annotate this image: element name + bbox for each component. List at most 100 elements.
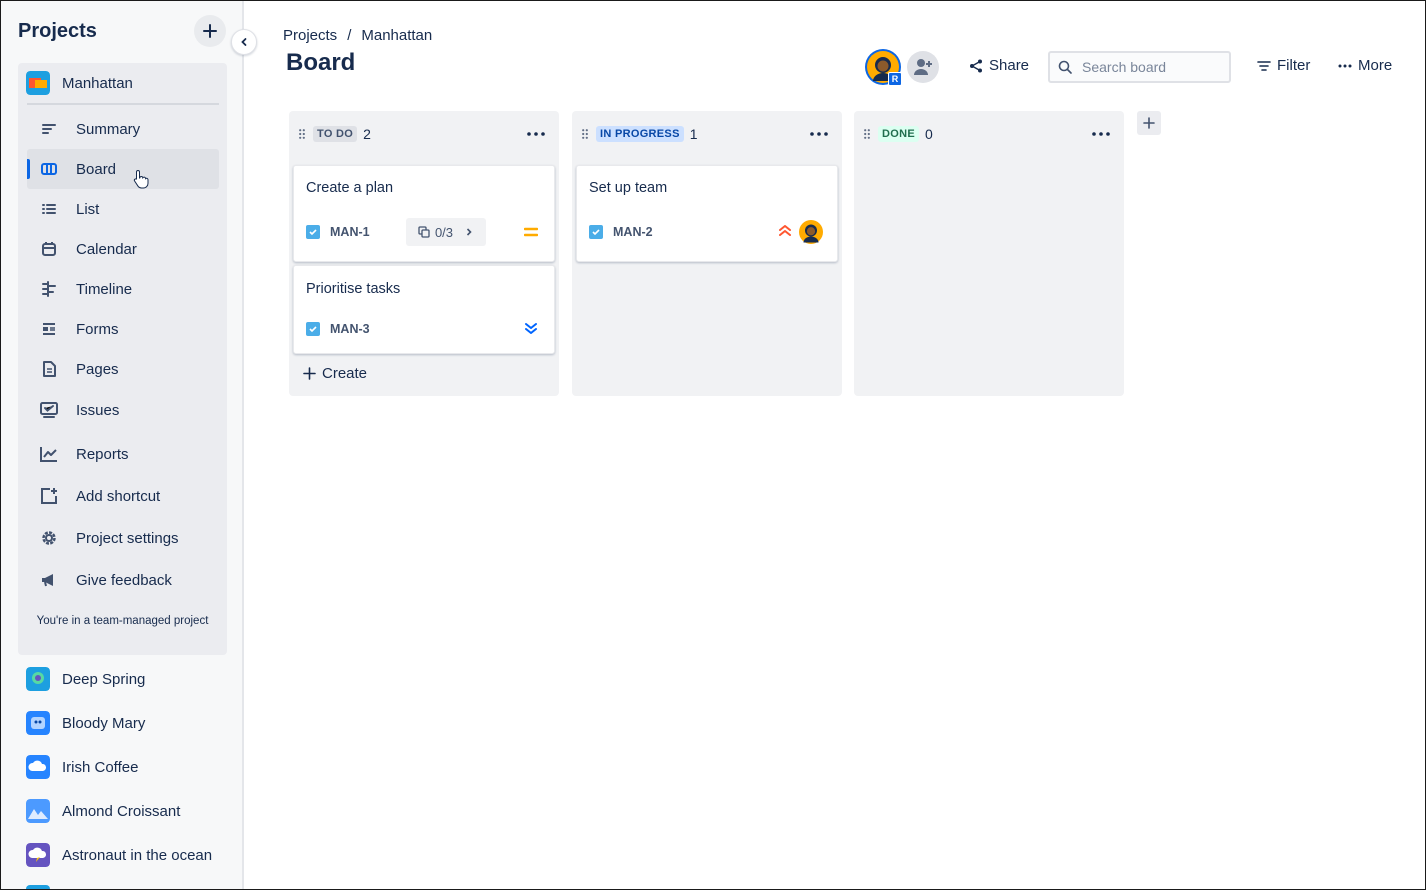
column-header[interactable]: DONE 0	[854, 111, 1124, 157]
sidebar-item-project-settings[interactable]: Project settings	[27, 518, 219, 558]
assignee-avatar[interactable]	[799, 220, 823, 244]
page-title: Board	[286, 49, 356, 76]
project-icon-partial	[26, 885, 50, 889]
sidebar-item-forms[interactable]: Forms	[27, 309, 219, 349]
divider	[27, 103, 219, 105]
issue-card-man-3[interactable]: Prioritise tasks MAN-3	[293, 265, 555, 354]
list-icon	[39, 199, 59, 219]
issue-key[interactable]: MAN-2	[613, 225, 653, 239]
drag-handle-icon[interactable]	[299, 129, 305, 139]
plus-icon	[1143, 117, 1155, 129]
issue-card-man-2[interactable]: Set up team MAN-2	[576, 165, 838, 262]
task-type-icon	[306, 225, 320, 239]
project-name: Deep Spring	[62, 670, 146, 688]
filter-button[interactable]: Filter	[1257, 57, 1310, 74]
sidebar-item-issues[interactable]: Issues	[27, 390, 219, 430]
sidebar-item-summary[interactable]: Summary	[27, 109, 219, 149]
card-key: MAN-3	[306, 322, 370, 336]
sidebar-item-label: Forms	[76, 320, 119, 338]
chevron-left-icon	[241, 38, 247, 46]
irish-coffee-project-icon	[26, 755, 50, 779]
add-shortcut-icon	[39, 486, 59, 506]
column-status-lozenge: TO DO	[313, 126, 358, 142]
avatar[interactable]: R	[865, 49, 902, 86]
more-icon	[527, 132, 545, 136]
add-column-button[interactable]	[1137, 111, 1161, 135]
megaphone-icon	[39, 570, 59, 590]
current-project-name: Manhattan	[62, 74, 133, 92]
add-user-icon	[914, 59, 932, 75]
subtask-toggle[interactable]: 0/3	[406, 218, 486, 246]
sidebar-item-timeline[interactable]: Timeline	[27, 269, 219, 309]
search-input[interactable]	[1082, 59, 1222, 75]
share-button[interactable]: Share	[969, 57, 1029, 74]
sidebar-title: Projects	[18, 20, 97, 42]
more-icon	[810, 132, 828, 136]
board-column-done: DONE 0	[854, 111, 1124, 396]
gear-icon	[39, 528, 59, 548]
issue-card-man-1[interactable]: Create a plan MAN-1 0/3	[293, 165, 555, 262]
sidebar-item-give-feedback[interactable]: Give feedback	[27, 560, 219, 600]
sidebar-item-label: Calendar	[76, 240, 137, 258]
add-project-button[interactable]	[194, 15, 226, 47]
sidebar-item-pages[interactable]: Pages	[27, 349, 219, 389]
sidebar-item-list[interactable]: List	[27, 189, 219, 229]
current-project-header[interactable]: Manhattan	[18, 63, 227, 103]
plus-icon	[203, 24, 217, 38]
project-name: Astronaut in the ocean	[62, 846, 213, 864]
sidebar-project-astronaut-in-the-ocean[interactable]: Astronaut in the ocean	[18, 835, 238, 875]
astronaut-project-icon	[26, 843, 50, 867]
column-menu-button[interactable]	[808, 125, 830, 143]
issue-key[interactable]: MAN-3	[330, 322, 370, 336]
more-icon	[1092, 132, 1110, 136]
drag-handle-icon[interactable]	[582, 129, 588, 139]
subtask-icon	[418, 226, 430, 238]
issue-key[interactable]: MAN-1	[330, 225, 370, 239]
issues-icon	[39, 400, 59, 420]
card-title: Set up team	[589, 180, 668, 196]
sidebar-project-almond-croissant[interactable]: Almond Croissant	[18, 791, 238, 831]
priority-medium-icon	[524, 227, 538, 237]
task-type-icon	[589, 225, 603, 239]
more-button[interactable]: More	[1338, 57, 1392, 74]
search-board-box[interactable]	[1048, 51, 1231, 83]
column-header[interactable]: IN PROGRESS 1	[572, 111, 842, 157]
sidebar-item-label: Project settings	[76, 529, 179, 547]
sidebar-item-board[interactable]: Board	[27, 149, 219, 189]
sidebar-item-label: List	[76, 200, 100, 218]
sidebar-item-reports[interactable]: Reports	[27, 434, 219, 474]
sidebar-item-add-shortcut[interactable]: Add shortcut	[27, 476, 219, 516]
add-people-button[interactable]	[907, 51, 939, 83]
breadcrumb-projects[interactable]: Projects	[283, 27, 337, 44]
card-title: Prioritise tasks	[306, 281, 401, 297]
drag-handle-icon[interactable]	[864, 129, 870, 139]
column-count: 0	[924, 126, 933, 142]
more-icon	[1338, 64, 1352, 67]
priority-lowest-icon	[525, 323, 537, 334]
breadcrumb-manhattan[interactable]: Manhattan	[361, 27, 432, 44]
sidebar-item-label: Pages	[76, 360, 119, 378]
collapse-sidebar-button[interactable]	[231, 29, 257, 55]
column-status-lozenge: DONE	[878, 126, 919, 142]
filter-icon	[1257, 60, 1271, 71]
sidebar-item-label: Summary	[76, 120, 141, 138]
board-column-in-progress: IN PROGRESS 1 Set up team MAN-2	[572, 111, 842, 396]
more-label: More	[1358, 57, 1393, 74]
column-menu-button[interactable]	[525, 125, 547, 143]
sidebar-item-calendar[interactable]: Calendar	[27, 229, 219, 269]
column-count: 2	[363, 126, 371, 142]
column-header[interactable]: TO DO 2	[289, 111, 559, 157]
card-key: MAN-2	[589, 225, 653, 239]
sidebar-project-irish-coffee[interactable]: Irish Coffee	[18, 747, 238, 787]
card-title: Create a plan	[306, 180, 394, 196]
team-managed-note: You're in a team-managed project	[36, 615, 209, 627]
forms-icon	[39, 319, 59, 339]
create-issue-button[interactable]: Create	[303, 365, 367, 382]
sidebar: Projects Manhattan Summary Board List Ca…	[1, 1, 244, 889]
sidebar-project-bloody-mary[interactable]: Bloody Mary	[18, 703, 238, 743]
sidebar-project-deep-spring[interactable]: Deep Spring	[18, 659, 238, 699]
priority-high-icon	[779, 225, 791, 236]
almond-croissant-project-icon	[26, 799, 50, 823]
calendar-icon	[39, 239, 59, 259]
column-menu-button[interactable]	[1090, 125, 1112, 143]
